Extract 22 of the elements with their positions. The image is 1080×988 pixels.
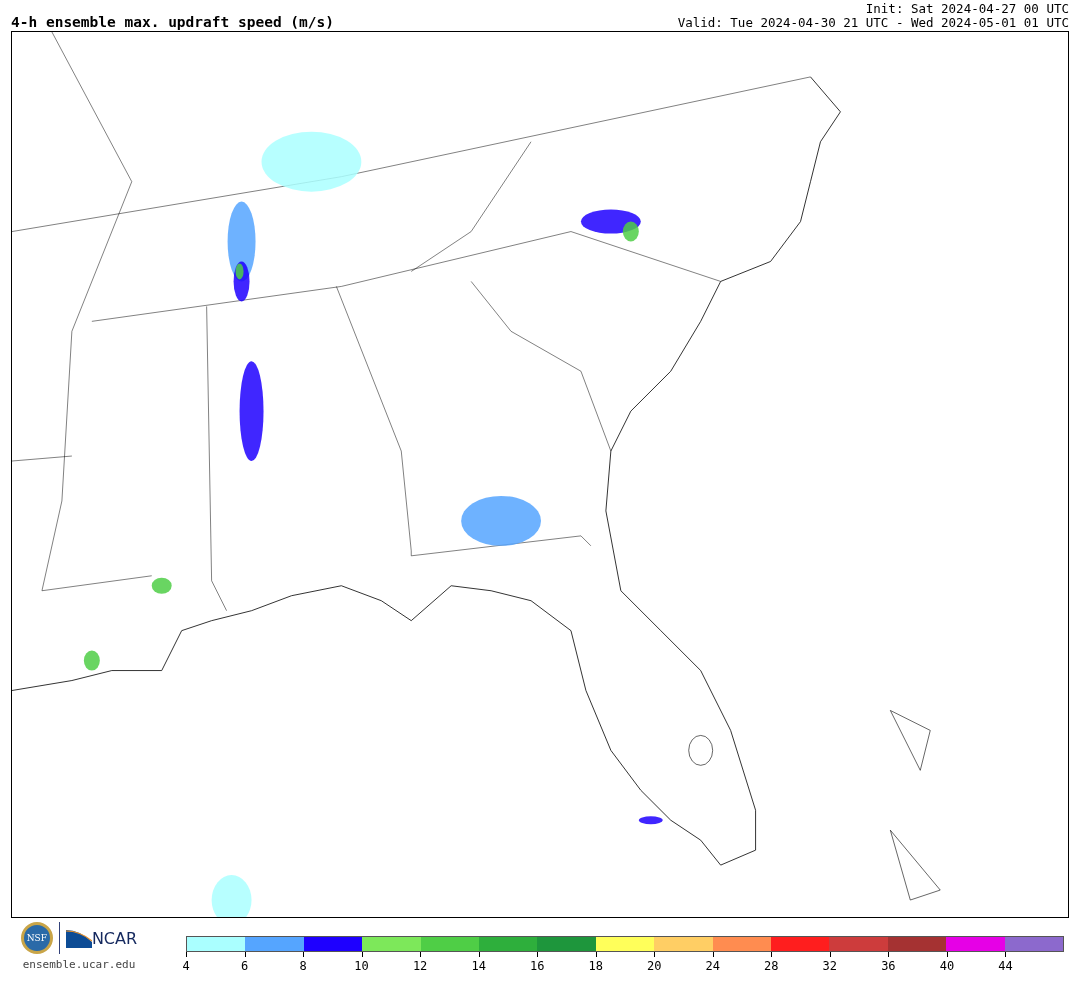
nsf-seal-logo: NSF [20,922,53,954]
ncar-logo: NCAR [91,928,138,948]
tick-label: 32 [822,960,838,973]
valid-time: Valid: Tue 2024-04-30 21 UTC - Wed 2024-05-01 01 UTC [677,16,1069,30]
ncar-swoosh-icon [65,928,92,948]
tick-label: 28 [764,960,779,973]
chart-title: 4-h ensemble max. updraft speed (m/s) [11,14,334,30]
tick-label: 44 [998,960,1013,973]
tick-label: 16 [529,960,545,973]
tick-label: 24 [705,960,720,973]
init-time: Init: Sat 2024-04-27 00 UTC [865,2,1069,16]
tick-label: 4 [182,960,190,973]
tick-label: 20 [647,960,662,973]
tick-label: 8 [299,960,307,973]
tick-label: 14 [471,960,486,973]
tick-label: 12 [412,960,428,973]
tick-label: 10 [354,960,369,973]
site-url: ensemble.ucar.edu [22,958,136,971]
tick-label: 6 [240,960,249,973]
tick-label: 40 [939,960,955,973]
tick-label: 18 [588,960,603,973]
tick-label: 36 [881,960,896,973]
